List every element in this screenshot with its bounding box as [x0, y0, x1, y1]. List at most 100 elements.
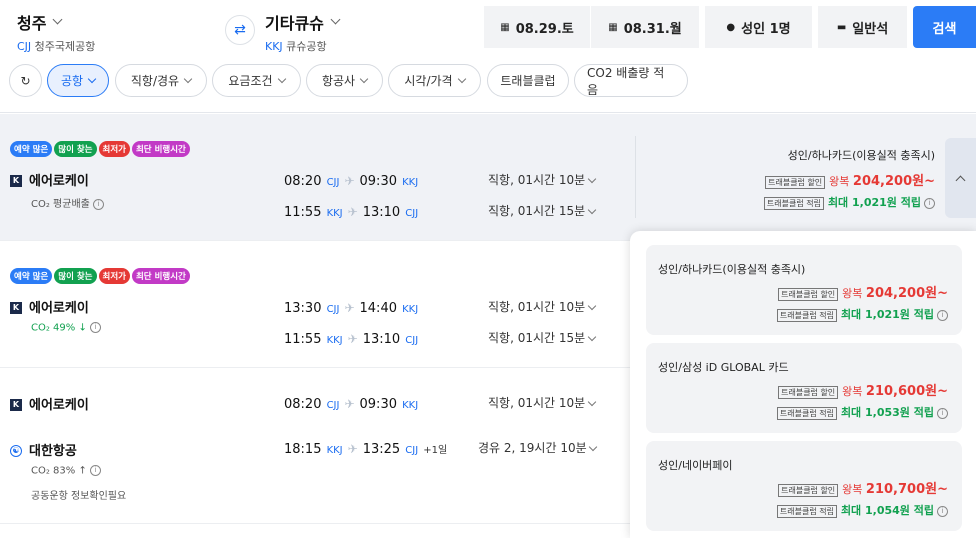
chevron-down-icon	[330, 14, 341, 24]
co2-label: CO₂ 83% ↑	[31, 465, 87, 477]
badge-popular: 예약 많은	[10, 141, 53, 157]
cabin-button[interactable]: ▬ 일반석	[818, 6, 907, 48]
airline-name: 에어로케이	[29, 301, 89, 316]
airline-name: 에어로케이	[29, 398, 89, 413]
inbound-leg: 18:15 KKJ ✈ 13:25 CJJ +1일	[284, 442, 448, 457]
badge-group: 예약 많은 많이 찾는 최저가 최단 비행시간	[10, 264, 192, 284]
filter-chip-co2[interactable]: CO2 배출량 적음	[574, 64, 688, 97]
passengers-value: 성인 1명	[741, 21, 791, 37]
chevron-down-icon	[183, 74, 193, 83]
return-date-button[interactable]: ▦ 08.31.월	[591, 6, 699, 48]
chip-label: CO2 배출량 적음	[587, 65, 665, 97]
passengers-button[interactable]: ● 성인 1명	[705, 6, 812, 48]
refresh-icon[interactable]: ↻	[9, 64, 42, 97]
badge-shortest: 최단 비행시간	[131, 268, 190, 284]
korean-air-logo-icon: ☯	[10, 444, 22, 457]
chevron-down-icon	[277, 74, 286, 83]
info-icon[interactable]: i	[89, 465, 101, 476]
origin-city: 청주	[17, 14, 47, 33]
outbound-leg: 08:20 CJJ ✈ 09:30 KKJ	[284, 397, 419, 412]
inbound-leg: 11:55 KKJ ✈ 13:10 CJJ	[284, 205, 419, 220]
plane-icon: ✈	[347, 332, 358, 346]
info-icon: i	[937, 407, 948, 419]
inbound-duration[interactable]: 직항, 01시간 15분	[488, 329, 597, 346]
filter-chip-time-price[interactable]: 시각/가격	[388, 64, 481, 97]
fare-option-card[interactable]: 성인/삼성 iD GLOBAL 카드 트래블클럽 할인 왕복 210,600원~ …	[646, 343, 962, 433]
info-icon[interactable]: i	[92, 198, 104, 210]
plane-icon: ✈	[344, 301, 355, 315]
discount-tag: 트래블클럽 할인	[778, 287, 839, 301]
roundtrip-label: 왕복	[842, 287, 863, 300]
badge-lowest: 최저가	[98, 268, 130, 284]
chevron-down-icon	[589, 442, 598, 452]
inbound-duration[interactable]: 직항, 01시간 15분	[488, 202, 597, 219]
badge-group: 예약 많은 많이 찾는 최저가 최단 비행시간	[10, 137, 192, 157]
points-line: 트래블클럽 적립 최대 1,021원 적립 i	[776, 306, 948, 322]
origin-selector[interactable]: 청주 CJJ 청주국제공항	[17, 10, 95, 54]
aerok-logo-icon: K	[10, 398, 22, 411]
origin-airport: 청주국제공항	[34, 40, 96, 53]
origin-code: CJJ	[17, 40, 32, 53]
discount-tag: 트래블클럽 할인	[778, 385, 839, 399]
info-icon: i	[937, 309, 948, 321]
destination-selector[interactable]: 기타큐슈 KKJ 큐슈공항	[265, 10, 341, 54]
info-icon: i	[937, 505, 948, 517]
fare-option-card[interactable]: 성인/하나카드(이용실적 충족시) 트래블클럽 할인 왕복 204,200원~ 트…	[646, 245, 962, 335]
points-value: 최대 1,054원 적립	[840, 504, 934, 517]
chevron-down-icon	[587, 174, 597, 184]
points-value: 최대 1,053원 적립	[840, 406, 934, 419]
collapse-button[interactable]	[945, 138, 976, 218]
price-line: 트래블클럽 할인 왕복 210,700원~	[778, 478, 948, 497]
points-tag: 트래블클럽 적립	[763, 196, 824, 210]
fare-option-label: 성인/네이버페이	[658, 459, 733, 472]
airline-name: 에어로케이	[29, 174, 89, 189]
swap-icon[interactable]: ⇄	[225, 15, 255, 45]
fare-option-label: 성인/삼성 iD GLOBAL 카드	[658, 361, 789, 374]
airline-name: 대한항공	[29, 444, 77, 459]
co2-label: CO₂ 49% ↓	[31, 322, 87, 334]
points-line: 트래블클럽 적립 최대 1,053원 적립 i	[776, 404, 948, 420]
points-tag: 트래블클럽 적립	[776, 406, 837, 420]
chip-label: 항공사	[321, 74, 356, 88]
filter-chip-fare[interactable]: 요금조건	[212, 64, 301, 97]
result-row[interactable]: 예약 많은 많이 찾는 최저가 최단 비행시간 K 에어로케이 CO₂ 평균배출 i 08…	[0, 114, 976, 241]
filter-chip-airline[interactable]: 항공사	[306, 64, 383, 97]
discount-tag: 트래블클럽 할인	[778, 483, 839, 497]
price-value: 204,200원~	[865, 286, 948, 301]
price-value: 210,700원~	[865, 482, 948, 497]
depart-date-button[interactable]: ▦ 08.29.토	[484, 6, 590, 48]
calendar-icon: ▦	[500, 21, 510, 33]
info-icon[interactable]: i	[89, 322, 101, 333]
return-date: 08.31.월	[623, 21, 682, 37]
depart-date: 08.29.토	[515, 21, 574, 37]
filter-chip-airport[interactable]: 공항	[47, 64, 109, 97]
search-button[interactable]: 검색	[913, 6, 976, 48]
filter-chip-travelclub[interactable]: 트래블클럽	[487, 64, 569, 97]
chevron-up-icon	[955, 175, 966, 185]
codeshare-note: 공동운항 정보확인필요	[31, 491, 127, 502]
chip-label: 직항/경유	[130, 74, 180, 88]
price-line[interactable]: 트래블클럽 할인 왕복 204,200원~	[765, 170, 935, 189]
outbound-duration[interactable]: 직항, 01시간 10분	[488, 171, 597, 188]
outbound-duration[interactable]: 직항, 01시간 10분	[488, 394, 597, 411]
plane-icon: ✈	[347, 442, 358, 456]
points-tag: 트래블클럽 적립	[776, 308, 837, 322]
price-value: 210,600원~	[865, 384, 948, 399]
price-value: 204,200원~	[852, 174, 935, 189]
filter-chip-stops[interactable]: 직항/경유	[115, 64, 207, 97]
chevron-down-icon	[587, 301, 597, 311]
badge-lowest: 최저가	[98, 141, 130, 157]
outbound-duration[interactable]: 직항, 01시간 10분	[488, 298, 597, 315]
inbound-duration[interactable]: 경유 2, 19시간 10분	[478, 439, 598, 456]
fare-options-popup: 성인/하나카드(이용실적 충족시) 트래블클럽 할인 왕복 204,200원~ 트…	[630, 231, 976, 538]
plus-day: +1일	[423, 445, 448, 456]
plane-icon: ✈	[344, 174, 355, 188]
fare-option-card[interactable]: 성인/네이버페이 트래블클럽 할인 왕복 210,700원~ 트래블클럽 적립 최대…	[646, 441, 962, 531]
points-value: 최대 1,021원 적립	[840, 308, 934, 321]
chevron-down-icon	[587, 397, 597, 407]
divider	[635, 136, 636, 218]
outbound-leg: 08:20 CJJ ✈ 09:30 KKJ	[284, 174, 419, 189]
badge-popular: 예약 많은	[10, 268, 53, 284]
chevron-down-icon	[457, 74, 466, 83]
plane-icon: ✈	[347, 205, 358, 219]
